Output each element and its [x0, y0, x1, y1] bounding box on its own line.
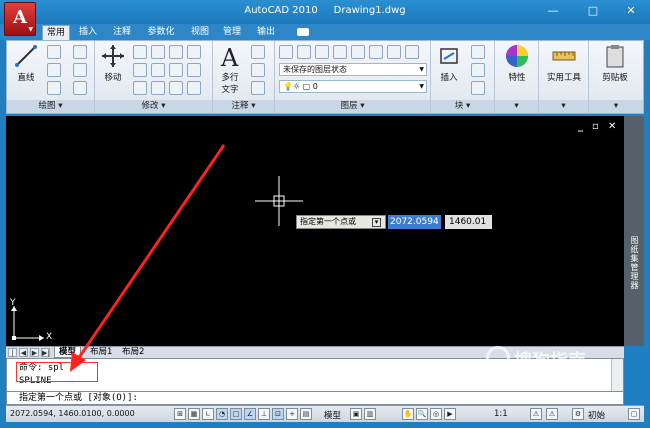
watermark: 搜狗指南 zhinan.sogou.com	[486, 346, 636, 377]
auto-scale-icon[interactable]: ⚠	[546, 408, 558, 420]
layout-view-icon[interactable]: ▣	[350, 408, 362, 420]
zoom-icon[interactable]: 🔍	[416, 408, 428, 420]
ortho-mode-icon[interactable]: ∟	[202, 408, 214, 420]
snap-mode-icon[interactable]: ⊞	[174, 408, 186, 420]
cursor-coordinates: 2072.0594, 1460.0100, 0.0000	[10, 409, 135, 418]
sogou-logo-icon	[486, 346, 510, 370]
status-bar: 2072.0594, 1460.0100, 0.0000 ⊞ ▦ ∟ ◔ □ ∠…	[6, 405, 644, 422]
chevron-down-icon: ▼	[28, 26, 33, 33]
polar-tracking-icon[interactable]: ◔	[216, 408, 228, 420]
pan-icon[interactable]: ✋	[402, 408, 414, 420]
app-logo-letter: A	[13, 7, 27, 28]
object-snap-tracking-icon[interactable]: ∠	[244, 408, 256, 420]
showmotion-icon[interactable]: ▶	[444, 408, 456, 420]
workspace-gear-icon[interactable]: ⚙	[572, 408, 584, 420]
clean-screen-icon[interactable]: ▢	[628, 408, 640, 420]
application-menu-button[interactable]: A ▼	[4, 2, 36, 36]
object-snap-icon[interactable]: □	[230, 408, 242, 420]
annotation-scale[interactable]: 1:1	[494, 409, 508, 419]
annotation-visibility-icon[interactable]: ⚠	[530, 408, 542, 420]
dynamic-ucs-icon[interactable]: ⊥	[258, 408, 270, 420]
grid-display-icon[interactable]: ▦	[188, 408, 200, 420]
lineweight-icon[interactable]: +	[286, 408, 298, 420]
quick-view-icon[interactable]: ▥	[364, 408, 376, 420]
workspace-switch[interactable]: 初始	[588, 409, 605, 421]
model-space-button[interactable]: 模型	[324, 409, 341, 421]
dynamic-input-icon[interactable]: ⊡	[272, 408, 284, 420]
quick-properties-icon[interactable]: ▤	[300, 408, 312, 420]
steering-wheel-icon[interactable]: ◎	[430, 408, 442, 420]
watermark-subtext: zhinan.sogou.com	[512, 368, 601, 377]
